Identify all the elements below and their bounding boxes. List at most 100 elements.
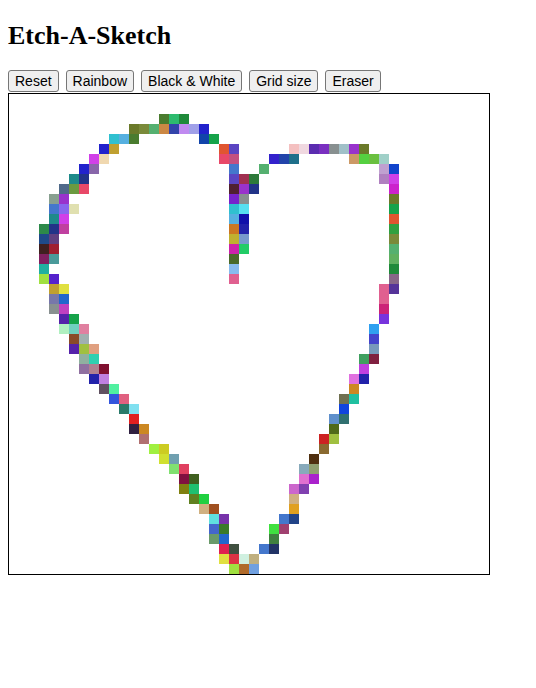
grid-cell[interactable] bbox=[239, 144, 249, 154]
grid-cell[interactable] bbox=[239, 294, 249, 304]
grid-cell[interactable] bbox=[249, 194, 259, 204]
grid-cell[interactable] bbox=[369, 204, 379, 214]
grid-cell[interactable] bbox=[339, 304, 349, 314]
grid-cell[interactable] bbox=[419, 94, 429, 104]
grid-cell[interactable] bbox=[379, 204, 389, 214]
painted-cell[interactable] bbox=[59, 204, 69, 214]
grid-cell[interactable] bbox=[459, 494, 469, 504]
grid-cell[interactable] bbox=[309, 134, 319, 144]
grid-cell[interactable] bbox=[259, 324, 269, 334]
grid-cell[interactable] bbox=[389, 344, 399, 354]
grid-cell[interactable] bbox=[249, 104, 259, 114]
grid-cell[interactable] bbox=[429, 164, 439, 174]
grid-cell[interactable] bbox=[339, 234, 349, 244]
grid-cell[interactable] bbox=[29, 204, 39, 214]
grid-cell[interactable] bbox=[299, 384, 309, 394]
grid-cell[interactable] bbox=[9, 334, 19, 344]
grid-cell[interactable] bbox=[179, 264, 189, 274]
grid-cell[interactable] bbox=[469, 264, 479, 274]
grid-cell[interactable] bbox=[469, 94, 479, 104]
grid-cell[interactable] bbox=[379, 404, 389, 414]
grid-cell[interactable] bbox=[249, 224, 259, 234]
grid-cell[interactable] bbox=[159, 354, 169, 364]
painted-cell[interactable] bbox=[369, 344, 379, 354]
grid-cell[interactable] bbox=[139, 164, 149, 174]
grid-cell[interactable] bbox=[359, 284, 369, 294]
grid-cell[interactable] bbox=[69, 354, 79, 364]
grid-cell[interactable] bbox=[149, 384, 159, 394]
grid-cell[interactable] bbox=[469, 384, 479, 394]
grid-cell[interactable] bbox=[479, 404, 489, 414]
grid-cell[interactable] bbox=[429, 324, 439, 334]
grid-cell[interactable] bbox=[109, 444, 119, 454]
grid-cell[interactable] bbox=[259, 184, 269, 194]
grid-cell[interactable] bbox=[309, 414, 319, 424]
grid-cell[interactable] bbox=[29, 124, 39, 134]
grid-cell[interactable] bbox=[299, 124, 309, 134]
grid-cell[interactable] bbox=[19, 444, 29, 454]
painted-cell[interactable] bbox=[389, 214, 399, 224]
grid-cell[interactable] bbox=[129, 374, 139, 384]
grid-cell[interactable] bbox=[309, 274, 319, 284]
grid-cell[interactable] bbox=[169, 294, 179, 304]
painted-cell[interactable] bbox=[379, 284, 389, 294]
grid-cell[interactable] bbox=[49, 324, 59, 334]
grid-cell[interactable] bbox=[289, 174, 299, 184]
painted-cell[interactable] bbox=[79, 334, 89, 344]
painted-cell[interactable] bbox=[59, 194, 69, 204]
grid-cell[interactable] bbox=[49, 474, 59, 484]
grid-cell[interactable] bbox=[69, 254, 79, 264]
grid-cell[interactable] bbox=[89, 264, 99, 274]
grid-cell[interactable] bbox=[329, 404, 339, 414]
painted-cell[interactable] bbox=[149, 124, 159, 134]
grid-cell[interactable] bbox=[319, 404, 329, 414]
grid-cell[interactable] bbox=[109, 234, 119, 244]
grid-cell[interactable] bbox=[59, 384, 69, 394]
grid-cell[interactable] bbox=[439, 154, 449, 164]
grid-cell[interactable] bbox=[389, 484, 399, 494]
grid-cell[interactable] bbox=[409, 454, 419, 464]
grid-cell[interactable] bbox=[219, 214, 229, 224]
grid-cell[interactable] bbox=[349, 184, 359, 194]
grid-cell[interactable] bbox=[169, 424, 179, 434]
grid-cell[interactable] bbox=[329, 344, 339, 354]
grid-cell[interactable] bbox=[419, 424, 429, 434]
grid-cell[interactable] bbox=[359, 134, 369, 144]
painted-cell[interactable] bbox=[49, 244, 59, 254]
grid-cell[interactable] bbox=[299, 334, 309, 344]
grid-cell[interactable] bbox=[169, 314, 179, 324]
painted-cell[interactable] bbox=[359, 354, 369, 364]
grid-cell[interactable] bbox=[179, 94, 189, 104]
grid-cell[interactable] bbox=[389, 434, 399, 444]
grid-cell[interactable] bbox=[429, 334, 439, 344]
grid-cell[interactable] bbox=[109, 374, 119, 384]
grid-cell[interactable] bbox=[449, 364, 459, 374]
grid-cell[interactable] bbox=[49, 374, 59, 384]
grid-cell[interactable] bbox=[449, 94, 459, 104]
grid-cell[interactable] bbox=[179, 354, 189, 364]
grid-cell[interactable] bbox=[299, 414, 309, 424]
painted-cell[interactable] bbox=[119, 134, 129, 144]
grid-cell[interactable] bbox=[289, 444, 299, 454]
grid-cell[interactable] bbox=[399, 204, 409, 214]
grid-cell[interactable] bbox=[179, 454, 189, 464]
grid-cell[interactable] bbox=[409, 314, 419, 324]
grid-cell[interactable] bbox=[219, 254, 229, 264]
grid-cell[interactable] bbox=[79, 374, 89, 384]
grid-cell[interactable] bbox=[329, 194, 339, 204]
grid-cell[interactable] bbox=[459, 474, 469, 484]
grid-cell[interactable] bbox=[149, 494, 159, 504]
grid-cell[interactable] bbox=[119, 174, 129, 184]
grid-cell[interactable] bbox=[479, 214, 489, 224]
grid-cell[interactable] bbox=[29, 454, 39, 464]
grid-cell[interactable] bbox=[479, 134, 489, 144]
grid-cell[interactable] bbox=[189, 334, 199, 344]
grid-cell[interactable] bbox=[299, 184, 309, 194]
grid-cell[interactable] bbox=[39, 484, 49, 494]
grid-cell[interactable] bbox=[289, 464, 299, 474]
grid-cell[interactable] bbox=[299, 404, 309, 414]
painted-cell[interactable] bbox=[39, 274, 49, 284]
grid-cell[interactable] bbox=[349, 274, 359, 284]
grid-cell[interactable] bbox=[259, 244, 269, 254]
grid-cell[interactable] bbox=[209, 114, 219, 124]
